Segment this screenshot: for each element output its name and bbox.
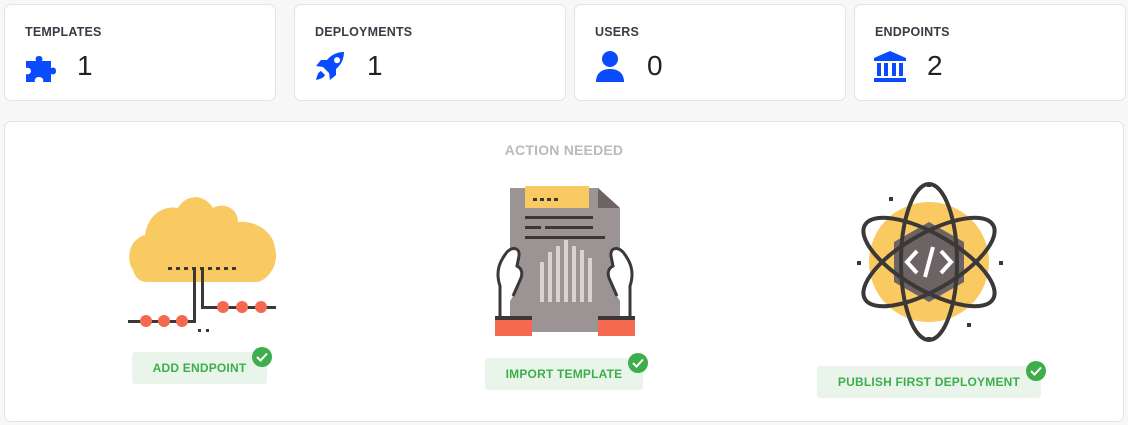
rocket-icon [316, 52, 344, 80]
stat-label: USERS [595, 25, 640, 39]
user-icon [596, 51, 624, 82]
stats-row: TEMPLATES 1 DEPLOYMENTS 1 USERS 0 ENDPOI… [4, 4, 1126, 101]
check-icon [628, 353, 648, 373]
add-endpoint-button[interactable]: ADD ENDPOINT [132, 352, 267, 384]
stat-value: 1 [77, 50, 93, 81]
stat-label: TEMPLATES [25, 25, 102, 39]
stat-card-endpoints[interactable]: ENDPOINTS 2 [854, 4, 1126, 101]
document-hands-icon [495, 186, 635, 336]
bank-icon [874, 51, 906, 82]
panel-title: ACTION NEEDED [504, 142, 624, 158]
puzzle-icon [26, 56, 56, 82]
stat-label: DEPLOYMENTS [315, 25, 413, 39]
publish-first-deployment-button[interactable]: PUBLISH FIRST DEPLOYMENT [817, 366, 1041, 398]
stat-card-users[interactable]: USERS 0 [574, 4, 846, 101]
stat-value: 0 [647, 50, 663, 81]
import-template-button[interactable]: IMPORT TEMPLATE [485, 358, 643, 390]
stat-card-deployments[interactable]: DEPLOYMENTS 1 [294, 4, 566, 101]
cloud-network-icon [128, 197, 277, 332]
stat-value: 2 [927, 50, 943, 81]
check-icon [1026, 361, 1046, 381]
stat-value: 1 [367, 50, 383, 81]
atom-code-icon [857, 182, 1003, 342]
action-needed-panel: ACTION NEEDED ADD ENDPOINT IMPORT TEMPLA… [4, 121, 1124, 422]
stat-label: ENDPOINTS [875, 25, 950, 39]
check-icon [252, 347, 272, 367]
stat-card-templates[interactable]: TEMPLATES 1 [4, 4, 276, 101]
